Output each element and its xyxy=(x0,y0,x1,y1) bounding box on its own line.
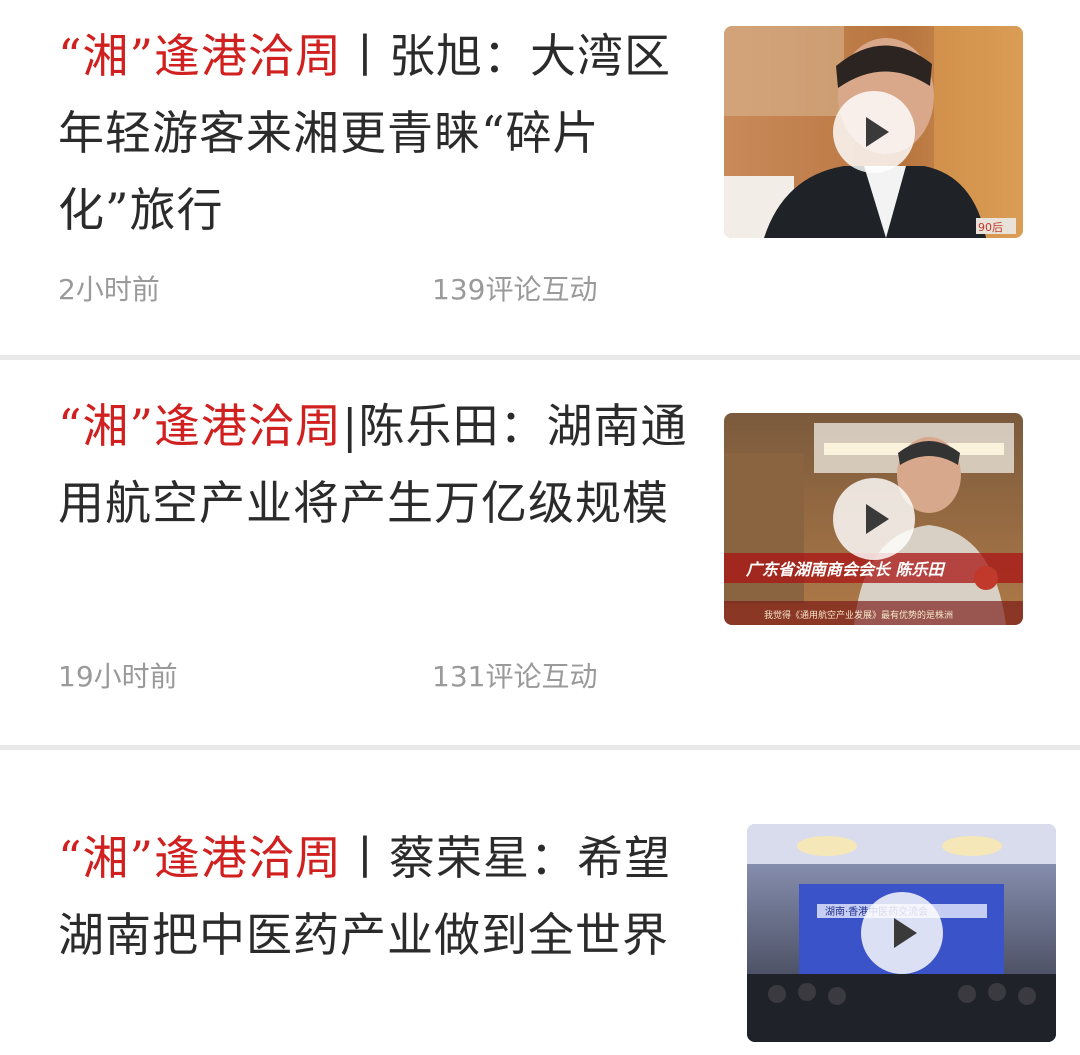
news-card[interactable]: “湘”逢港洽周丨蔡荣星：希望湖南把中医药产业做到全世界 湖南·香港中医药交流会 xyxy=(0,750,1080,1055)
news-title[interactable]: “湘”逢港洽周丨张旭：大湾区年轻游客来湘更青睐“碎片化”旅行 xyxy=(58,18,688,249)
news-title[interactable]: “湘”逢港洽周|陈乐田：湖南通用航空产业将产生万亿级规模 xyxy=(58,388,688,542)
comment-count[interactable]: 139评论互动 xyxy=(432,268,597,308)
news-title[interactable]: “湘”逢港洽周丨蔡荣星：希望湖南把中医药产业做到全世界 xyxy=(58,820,688,974)
play-icon xyxy=(865,504,889,534)
news-card[interactable]: “湘”逢港洽周|陈乐田：湖南通用航空产业将产生万亿级规模 广东省湖南商会会长 陈… xyxy=(0,360,1080,745)
title-highlight: “湘”逢港洽周 xyxy=(58,29,343,83)
comment-count[interactable]: 131评论互动 xyxy=(432,655,597,695)
play-button[interactable] xyxy=(832,478,915,560)
thumbnail-caption: 广东省湖南商会会长 陈乐田 xyxy=(745,560,947,579)
video-thumbnail[interactable]: 90后 xyxy=(724,26,1023,238)
thumbnail-badge: 90后 xyxy=(978,221,1003,234)
news-card[interactable]: “湘”逢港洽周丨张旭：大湾区年轻游客来湘更青睐“碎片化”旅行 90后 2小时前 … xyxy=(0,0,1080,355)
title-highlight: “湘”逢港洽周 xyxy=(58,399,343,453)
video-thumbnail[interactable]: 湖南·香港中医药交流会 xyxy=(747,824,1056,1042)
publish-time: 19小时前 xyxy=(58,660,178,693)
play-button[interactable] xyxy=(860,892,943,974)
title-highlight: “湘”逢港洽周 xyxy=(58,831,343,885)
news-feed: “湘”逢港洽周丨张旭：大湾区年轻游客来湘更青睐“碎片化”旅行 90后 2小时前 … xyxy=(0,0,1080,1055)
publish-time: 2小时前 xyxy=(58,273,160,306)
play-button[interactable] xyxy=(832,91,915,173)
play-icon xyxy=(865,117,889,147)
video-thumbnail[interactable]: 广东省湖南商会会长 陈乐田 我觉得《通用航空产业发展》最有优势的是株洲 xyxy=(724,413,1023,625)
play-icon xyxy=(893,918,917,948)
thumbnail-subcaption: 我觉得《通用航空产业发展》最有优势的是株洲 xyxy=(764,609,953,621)
